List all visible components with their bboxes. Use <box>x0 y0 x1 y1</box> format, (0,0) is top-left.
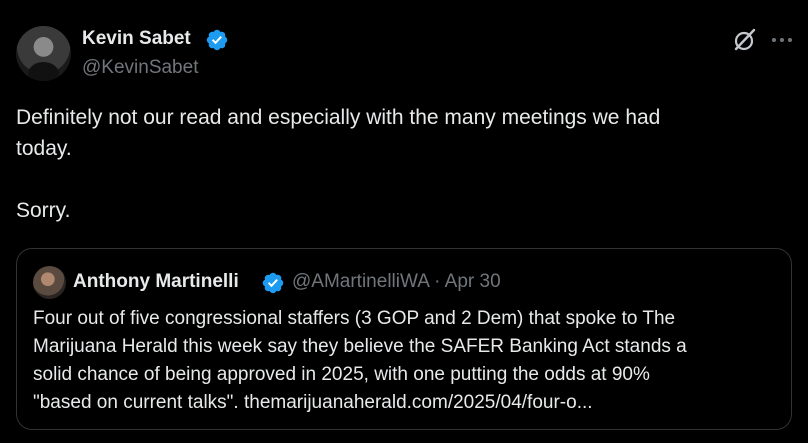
quoted-text-line: solid chance of being approved in 2025, … <box>33 364 650 385</box>
post-text-line: Sorry. <box>16 199 71 222</box>
post-text: Definitely not our read and especially w… <box>16 102 786 226</box>
verified-badge-icon <box>262 272 284 294</box>
verified-badge-icon <box>206 29 228 51</box>
quoted-author-avatar[interactable] <box>33 266 66 299</box>
quoted-post[interactable]: Anthony Martinelli @AMartinelliWA · Apr … <box>16 248 792 430</box>
quoted-post-text: Four out of five congressional staffers … <box>33 305 773 417</box>
author-handle[interactable]: @KevinSabet <box>82 57 198 79</box>
more-options-icon[interactable] <box>770 31 794 49</box>
author-name[interactable]: Kevin Sabet <box>82 28 191 50</box>
quoted-author-meta[interactable]: @AMartinelliWA · Apr 30 <box>292 271 501 293</box>
grok-icon[interactable] <box>732 27 758 53</box>
quoted-text-line: Four out of five congressional staffers … <box>33 308 676 329</box>
author-avatar[interactable] <box>16 26 71 81</box>
post-text-line: today. <box>16 137 72 160</box>
quoted-text-line: Marijuana Herald this week say they beli… <box>33 336 687 357</box>
quoted-text-line: "based on current talks". themarijuanahe… <box>33 392 593 413</box>
quoted-author-name[interactable]: Anthony Martinelli <box>73 271 239 293</box>
post-text-line: Definitely not our read and especially w… <box>16 106 661 129</box>
